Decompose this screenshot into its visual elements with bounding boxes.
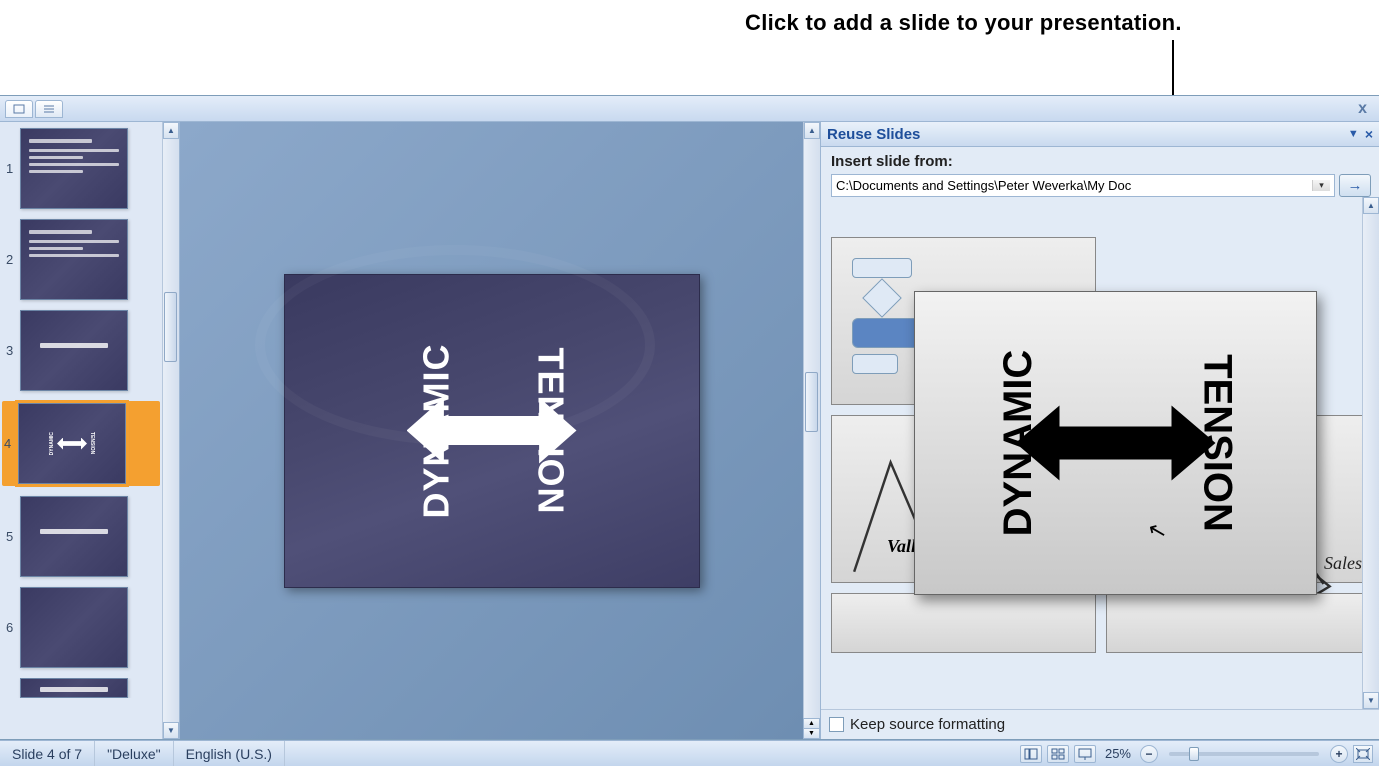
fit-to-window-button[interactable] — [1353, 745, 1373, 763]
outline-tab[interactable] — [35, 100, 63, 118]
keep-formatting-checkbox[interactable] — [829, 717, 844, 732]
scroll-up-button[interactable]: ▲ — [1363, 197, 1379, 214]
slides-tab[interactable] — [5, 100, 33, 118]
thumbnail-item[interactable]: 3 — [4, 310, 160, 391]
reuse-slide-preview-tooltip[interactable]: DYNAMIC TENSION ↖ — [914, 291, 1317, 595]
thumbnail-item[interactable]: 1 — [4, 128, 160, 209]
normal-view-icon — [1024, 748, 1038, 760]
scroll-down-button[interactable]: ▼ — [163, 722, 179, 739]
reuse-pane-body: Insert slide from: C:\Documents and Sett… — [821, 147, 1379, 197]
status-bar: Slide 4 of 7 "Deluxe" English (U.S.) 25%… — [0, 740, 1379, 766]
thumbnail-slide — [20, 496, 128, 577]
current-slide[interactable]: DYNAMIC TENSION — [284, 274, 700, 588]
slideshow-view-icon — [1078, 748, 1092, 760]
language-indicator[interactable]: English (U.S.) — [174, 741, 285, 766]
slides-icon — [13, 104, 25, 114]
zoom-slider-thumb[interactable] — [1189, 747, 1199, 761]
reuse-scrollbar[interactable]: ▲ ▼ — [1362, 197, 1379, 709]
normal-view-button[interactable] — [1020, 745, 1042, 763]
preview-text-tension: TENSION — [1195, 354, 1240, 532]
thumbnail-slide — [20, 219, 128, 300]
thumbnail-number: 3 — [4, 343, 20, 358]
double-arrow-icon — [1016, 406, 1216, 481]
reuse-slide-thumb[interactable] — [1106, 593, 1371, 653]
insert-from-label: Insert slide from: — [831, 153, 1371, 170]
zoom-out-button[interactable]: − — [1140, 745, 1158, 763]
thumbnail-item-selected[interactable]: 4 DYNAMIC TENSION — [2, 401, 160, 486]
scroll-thumb[interactable] — [164, 292, 177, 362]
close-pane-button[interactable]: x — [1358, 100, 1367, 118]
thumbnail-item[interactable]: 2 — [4, 219, 160, 300]
editor-scrollbar[interactable]: ▲ ▼ ▲ ▼ — [803, 122, 820, 739]
powerpoint-window: x 1 2 — [0, 95, 1379, 740]
annotation-text: Click to add a slide to your presentatio… — [745, 10, 1182, 36]
path-dropdown-button[interactable]: ▾ — [1312, 180, 1330, 191]
pane-tabs-bar: x — [0, 96, 1379, 122]
thumbnail-number: 6 — [4, 620, 20, 635]
fit-icon — [1356, 748, 1370, 760]
thumbnail-number: 5 — [4, 529, 20, 544]
slide-thumbnail-panel: 1 2 3 — [0, 122, 180, 739]
zoom-percent[interactable]: 25% — [1105, 746, 1131, 761]
thumbnail-slide — [20, 310, 128, 391]
source-path-value: C:\Documents and Settings\Peter Weverka\… — [836, 178, 1131, 193]
keep-formatting-label: Keep source formatting — [850, 716, 1005, 733]
zoom-in-button[interactable]: + — [1330, 745, 1348, 763]
annotation-area: Click to add a slide to your presentatio… — [0, 0, 1379, 95]
thumbnail-item[interactable]: 5 — [4, 496, 160, 577]
reuse-pane-header: Reuse Slides ▼ × — [821, 122, 1379, 147]
scroll-up-button[interactable]: ▲ — [163, 122, 179, 139]
thumbnail-item[interactable]: 6 — [4, 587, 160, 668]
thumbnail-list: 1 2 3 — [0, 122, 162, 739]
close-pane-button[interactable]: × — [1365, 126, 1373, 142]
zoom-slider[interactable] — [1169, 752, 1319, 756]
source-path-input[interactable]: C:\Documents and Settings\Peter Weverka\… — [831, 174, 1335, 197]
sorter-view-icon — [1051, 748, 1065, 760]
scroll-thumb[interactable] — [805, 372, 818, 432]
scroll-down-button[interactable]: ▼ — [1363, 692, 1379, 709]
thumbnail-item[interactable] — [4, 678, 160, 698]
annotation-leader-line — [1172, 40, 1174, 95]
next-slide-button[interactable]: ▼ — [803, 728, 820, 739]
thumbnail-scrollbar[interactable]: ▲ ▼ — [162, 122, 179, 739]
thumbnail-slide — [20, 587, 128, 668]
thumbnail-slide — [20, 678, 128, 698]
slide-editor[interactable]: DYNAMIC TENSION — [180, 122, 803, 739]
reuse-pane-footer: Keep source formatting — [821, 709, 1379, 739]
scroll-up-button[interactable]: ▲ — [804, 122, 820, 139]
slideshow-view-button[interactable] — [1074, 745, 1096, 763]
browse-go-button[interactable]: → — [1339, 174, 1371, 197]
thumbnail-number: 4 — [2, 436, 18, 451]
thumbnail-number: 2 — [4, 252, 20, 267]
flowchart-graphic — [852, 258, 922, 374]
reuse-pane-title: Reuse Slides — [827, 126, 920, 143]
cursor-icon: ↖ — [1145, 516, 1170, 546]
theme-name[interactable]: "Deluxe" — [95, 741, 174, 766]
thumbnail-slide — [20, 128, 128, 209]
slide-counter[interactable]: Slide 4 of 7 — [0, 741, 95, 766]
reuse-slide-thumb[interactable] — [831, 593, 1096, 653]
thumbnail-slide: DYNAMIC TENSION — [18, 403, 126, 484]
taskpane-menu-icon[interactable]: ▼ — [1348, 128, 1359, 140]
slide-text-tension: TENSION — [530, 347, 572, 514]
thumbnail-number: 1 — [4, 161, 20, 176]
sorter-view-button[interactable] — [1047, 745, 1069, 763]
arrow-right-icon: → — [1348, 177, 1363, 194]
outline-icon — [42, 104, 56, 114]
